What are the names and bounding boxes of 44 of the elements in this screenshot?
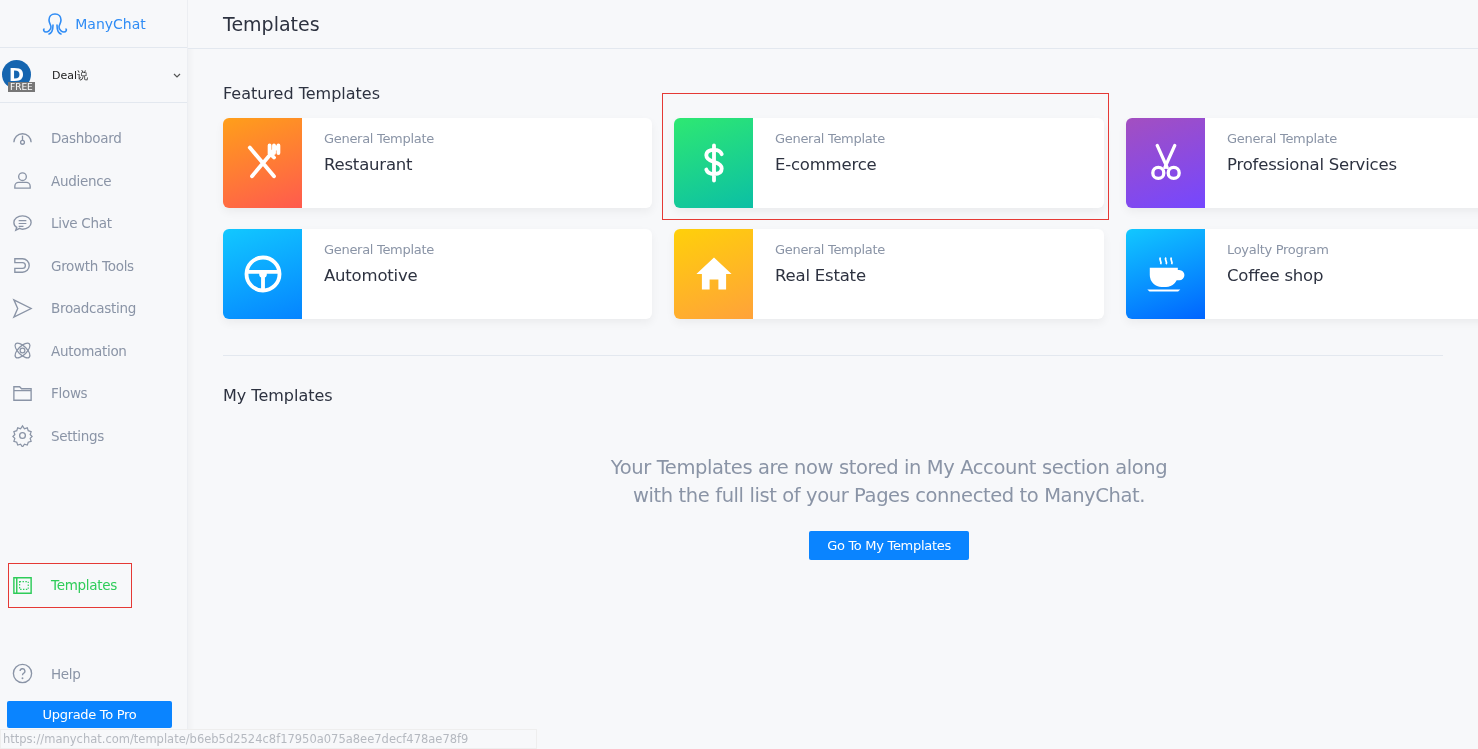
nav-item[interactable]: Live Chat: [0, 202, 187, 245]
section-title: My Templates: [223, 386, 334, 405]
brand-name: ManyChat: [75, 15, 146, 32]
nav-item[interactable]: Settings: [0, 414, 187, 457]
page-title: Templates: [223, 13, 320, 35]
template-category: General Template: [324, 242, 434, 257]
template-name: Real Estate: [775, 266, 867, 285]
nav-item[interactable]: Growth Tools: [0, 244, 187, 287]
template-name: Coffee shop: [1227, 266, 1325, 285]
nav-item[interactable]: Templates: [9, 564, 131, 607]
template-card[interactable]: General Template Professional Services: [1126, 118, 1478, 208]
template-category: General Template: [1227, 131, 1338, 146]
help-icon: [11, 662, 34, 686]
nav-item[interactable]: Flows: [0, 372, 187, 415]
template-category: General Template: [324, 131, 434, 146]
status-url: https://manychat.com/template/b6eb5d2524c8f17950a075a8ee7decf478ae78f9: [0, 729, 538, 749]
template-card[interactable]: General Template Restaurant: [223, 118, 652, 208]
template-name: Professional Services: [1227, 155, 1397, 174]
nav-item[interactable]: Automation: [0, 329, 187, 372]
nav-item[interactable]: Help: [0, 652, 187, 695]
account-switcher[interactable]: D FREE Deal说: [0, 48, 187, 103]
template-category: Loyalty Program: [1227, 242, 1329, 257]
plan-badge: FREE: [8, 82, 35, 92]
upgrade-button[interactable]: Upgrade To Pro: [7, 701, 172, 728]
nav-item[interactable]: Dashboard: [0, 117, 187, 160]
account-name: Deal说: [52, 67, 90, 83]
octopus-logo-icon: [41, 10, 70, 37]
template-card[interactable]: Loyalty Program Coffee shop: [1126, 229, 1478, 319]
template-name: Restaurant: [324, 155, 414, 174]
info-message: Your Templates are now stored in My Account section along with the full list of your Pages connected to ManyChat.: [609, 455, 1169, 509]
template-card[interactable]: General Template E-commerce: [674, 118, 1104, 208]
chevron-down-icon: [173, 72, 181, 78]
template-category: General Template: [775, 131, 885, 146]
template-category: General Template: [775, 242, 885, 257]
template-card[interactable]: General Template Automotive: [223, 229, 652, 319]
send-icon: [11, 296, 34, 320]
go-to-templates-button[interactable]: Go To My Templates: [809, 531, 969, 560]
nav-item[interactable]: Broadcasting: [0, 287, 187, 330]
template-name: Automotive: [324, 266, 419, 285]
nav-item[interactable]: Audience: [0, 159, 187, 202]
section-title: Featured Templates: [223, 84, 382, 103]
template-name: E-commerce: [775, 155, 878, 174]
template-card[interactable]: General Template Real Estate: [674, 229, 1104, 319]
gear-icon: [11, 424, 34, 448]
